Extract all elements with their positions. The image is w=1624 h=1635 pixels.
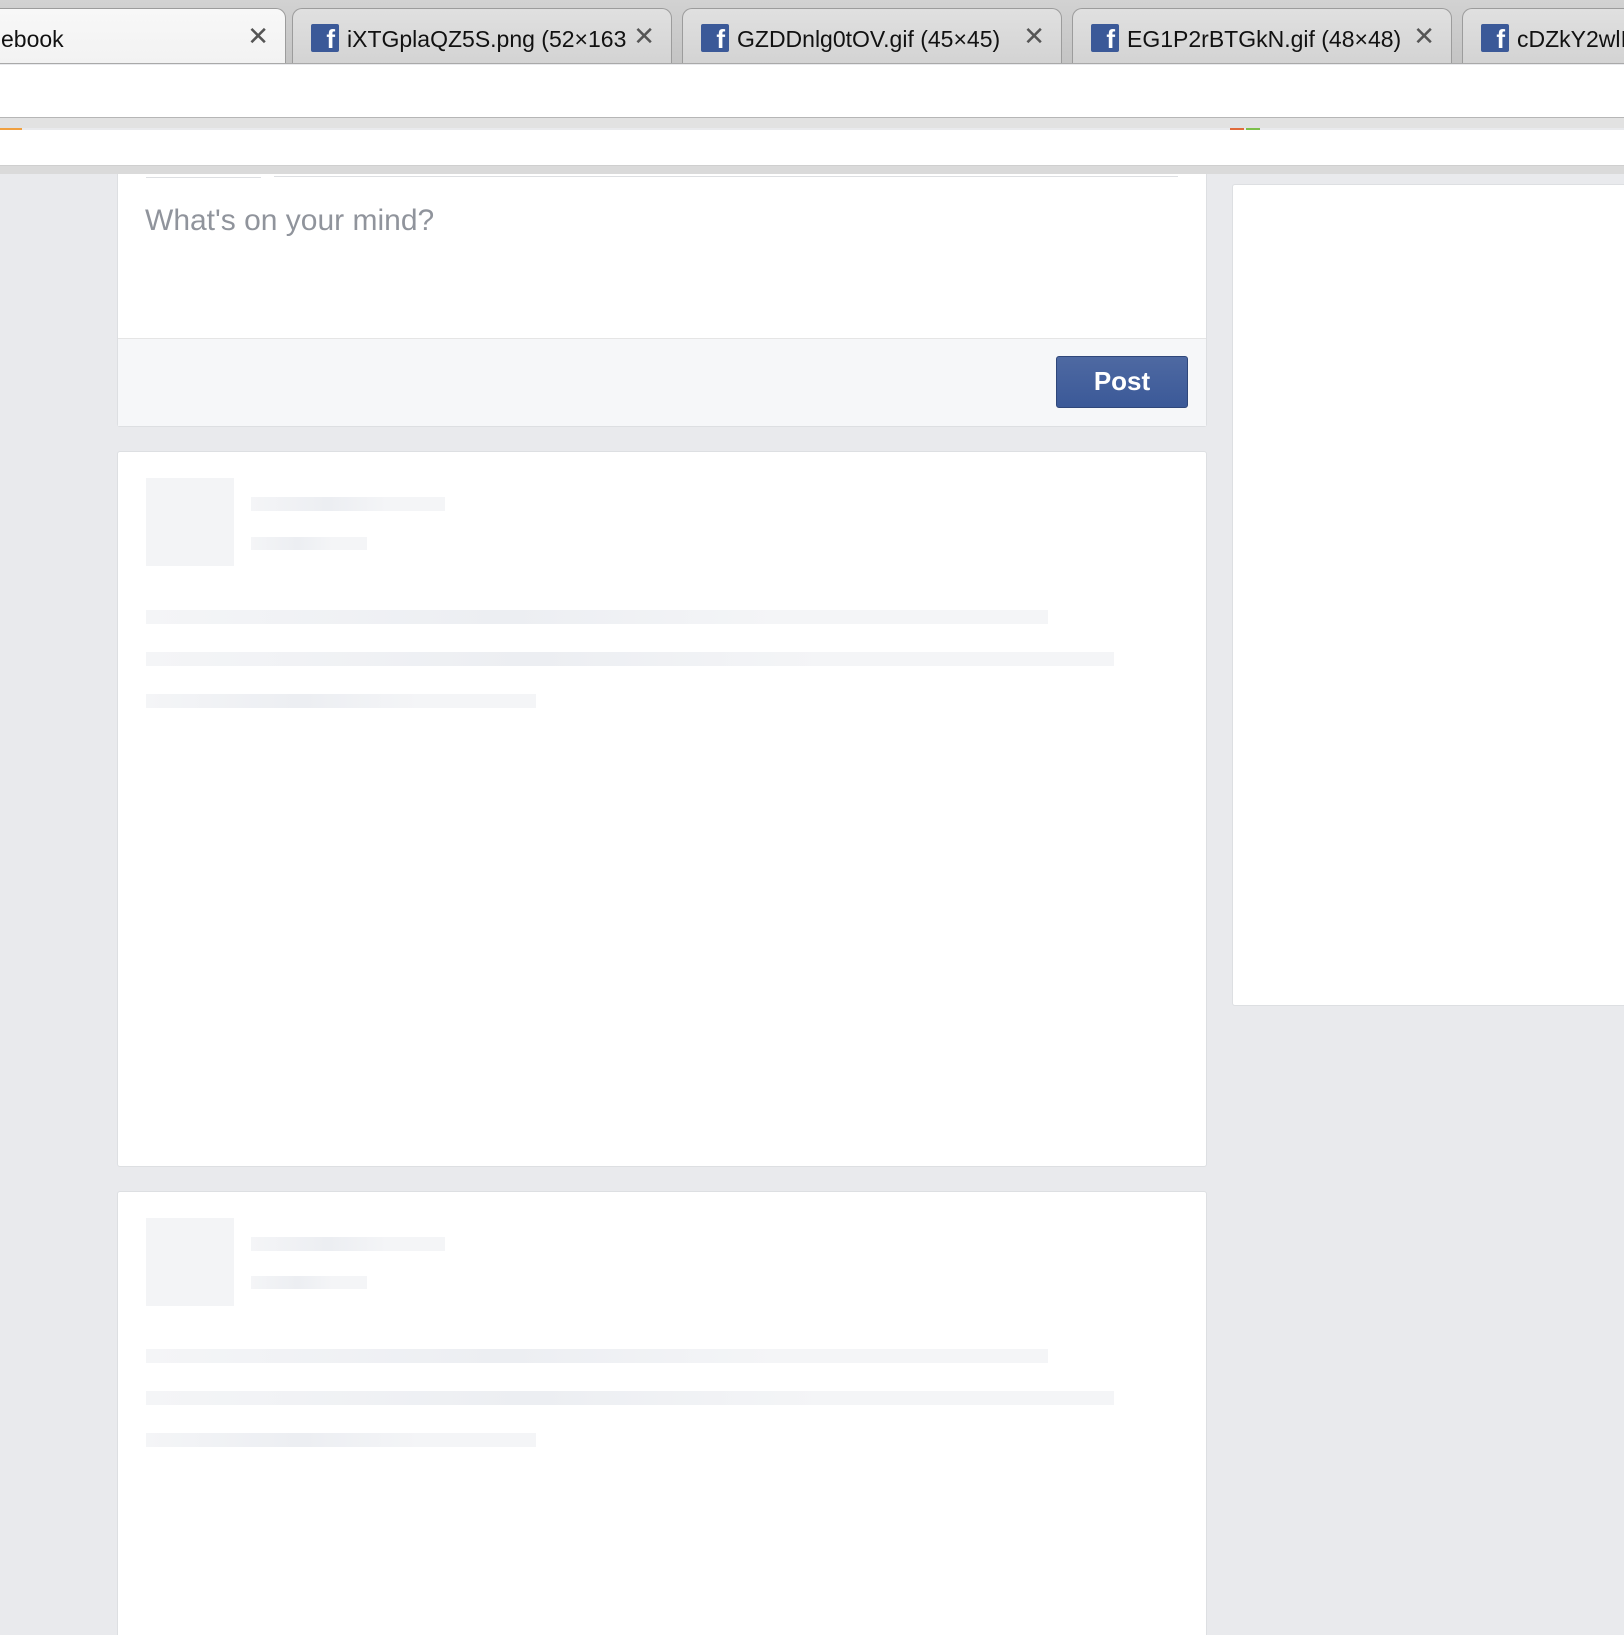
text-line-placeholder — [146, 1391, 1114, 1405]
composer-footer: Post — [118, 338, 1206, 426]
avatar-placeholder — [146, 478, 234, 566]
text-line-placeholder — [146, 1349, 1048, 1363]
timestamp-placeholder — [251, 1276, 367, 1289]
tab-title: EG1P2rBTGkN.gif (48×48) — [1127, 26, 1402, 52]
text-line-placeholder — [146, 610, 1048, 624]
tab-title: GZDDnlg0tOV.gif (45×45) — [737, 26, 1001, 52]
text-line-placeholder — [146, 1433, 536, 1447]
browser-tab[interactable]: iXTGplaQZ5S.png (52×163 ✕ — [292, 8, 672, 63]
text-line-placeholder — [146, 694, 536, 708]
right-column-panel — [1232, 184, 1624, 1006]
close-icon[interactable]: ✕ — [1023, 21, 1045, 51]
name-placeholder — [251, 1237, 445, 1251]
timestamp-placeholder — [251, 537, 367, 550]
name-placeholder — [251, 497, 445, 511]
feed-story-placeholder — [117, 451, 1207, 1167]
facebook-f-icon — [1481, 24, 1509, 55]
tab-title: ebook — [1, 26, 64, 52]
browser-toolbar — [0, 65, 1624, 118]
text-line-placeholder — [146, 652, 1114, 666]
facebook-f-icon — [701, 24, 729, 55]
facebook-f-icon — [1091, 24, 1119, 55]
page-header-bar — [0, 130, 1624, 166]
status-input[interactable]: What's on your mind? — [145, 204, 434, 238]
close-icon[interactable]: ✕ — [1413, 21, 1435, 51]
avatar-placeholder — [146, 1218, 234, 1306]
browser-tab[interactable]: GZDDnlg0tOV.gif (45×45) ✕ — [682, 8, 1062, 63]
close-icon[interactable]: ✕ — [633, 21, 655, 51]
feed-story-placeholder — [117, 1191, 1207, 1635]
composer-tab-line — [146, 174, 1210, 178]
status-composer: What's on your mind? Post — [117, 174, 1207, 427]
tab-title: cDZkY2wlI — [1517, 26, 1624, 52]
bookmarks-bar — [0, 118, 1624, 128]
post-button[interactable]: Post — [1056, 356, 1188, 408]
facebook-f-icon — [311, 24, 339, 55]
close-icon[interactable]: ✕ — [247, 21, 269, 51]
browser-tab[interactable]: cDZkY2wlI — [1462, 8, 1624, 63]
tab-title: iXTGplaQZ5S.png (52×163 — [347, 26, 627, 52]
browser-tab[interactable]: EG1P2rBTGkN.gif (48×48) ✕ — [1072, 8, 1452, 63]
header-shadow — [0, 166, 1624, 174]
browser-tab-strip: ebook ✕ iXTGplaQZ5S.png (52×163 ✕ GZDDnl… — [0, 0, 1624, 64]
browser-tab-active[interactable]: ebook ✕ — [0, 8, 286, 63]
